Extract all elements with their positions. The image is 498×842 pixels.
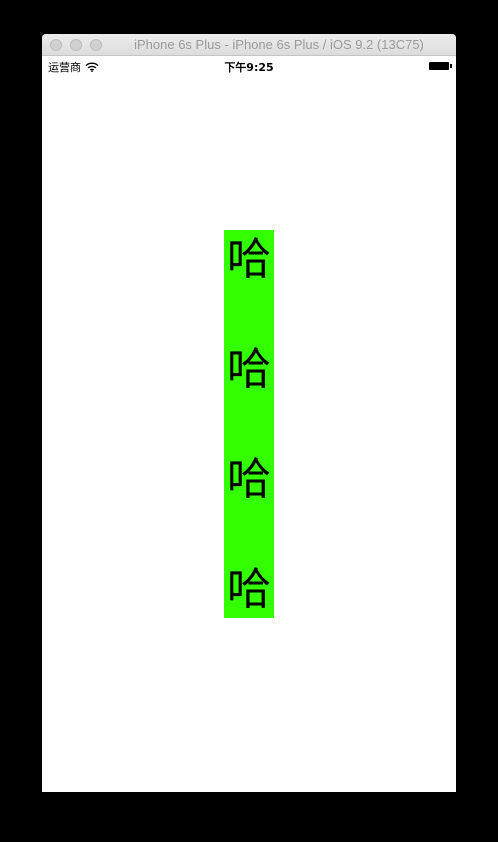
label-character: 哈 xyxy=(227,564,271,615)
window-title: iPhone 6s Plus - iPhone 6s Plus / iOS 9.… xyxy=(134,37,424,52)
label-character: 哈 xyxy=(227,344,271,395)
battery-icon xyxy=(429,62,452,70)
window-titlebar: iPhone 6s Plus - iPhone 6s Plus / iOS 9.… xyxy=(42,34,456,56)
label-character: 哈 xyxy=(227,454,271,505)
simulator-window: iPhone 6s Plus - iPhone 6s Plus / iOS 9.… xyxy=(42,34,456,792)
status-time: 下午9:25 xyxy=(224,61,274,74)
ios-status-bar: 运营商 下午9:25 xyxy=(42,56,456,76)
label-character: 哈 xyxy=(227,234,271,285)
vertical-text-label: 哈 哈 哈 哈 xyxy=(224,230,274,618)
